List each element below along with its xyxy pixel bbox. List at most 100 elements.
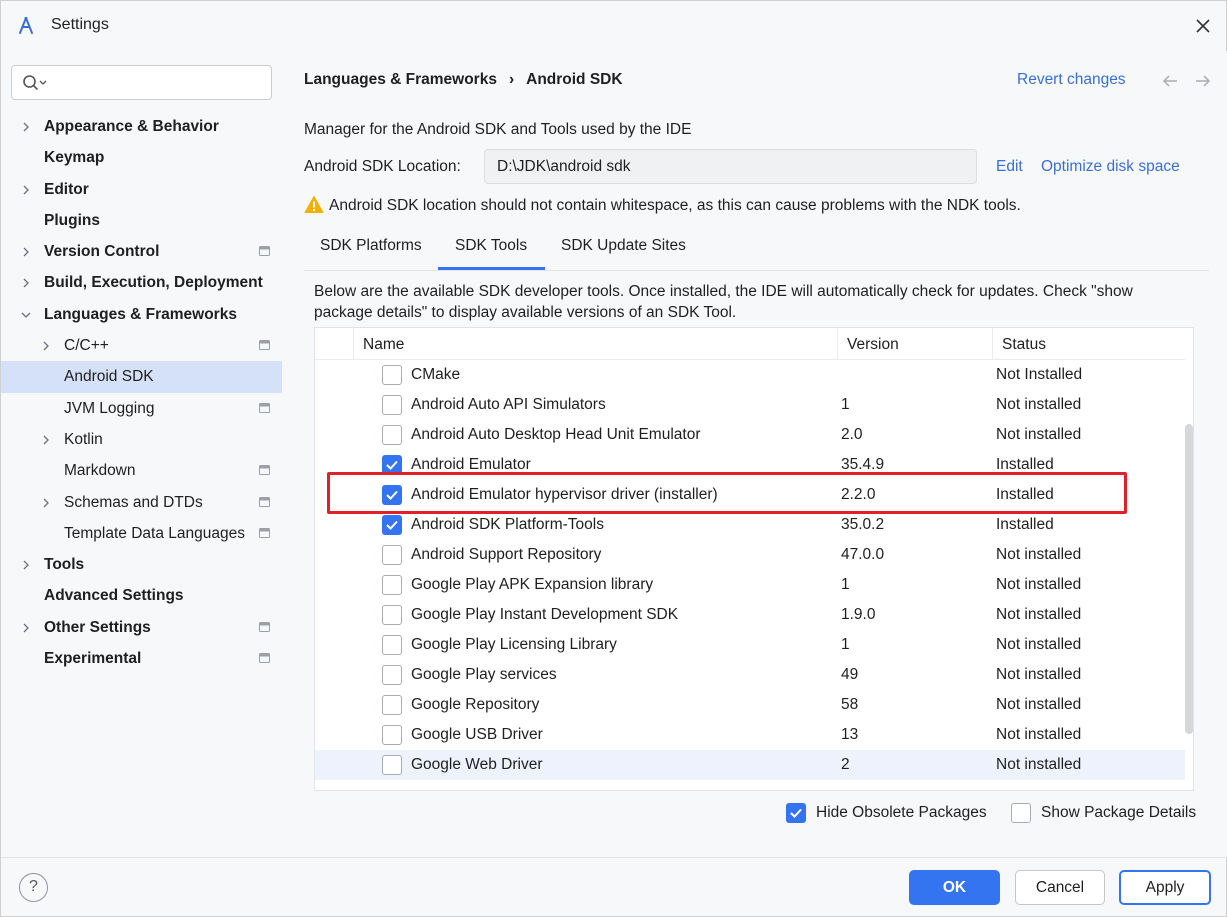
sdk-location-field[interactable]: D:\JDK\android sdk [484,149,977,184]
ok-button[interactable]: OK [909,870,1000,905]
tab-sdk-tools[interactable]: SDK Tools [455,237,527,255]
column-header-name[interactable]: Name [363,336,404,354]
sidebar-item-label: Plugins [44,211,100,229]
breadcrumb-parent[interactable]: Languages & Frameworks [304,71,497,88]
sidebar-item-plugins[interactable]: Plugins [1,205,282,236]
sidebar-item-advanced-settings[interactable]: Advanced Settings [1,580,282,611]
sidebar-item-label: Version Control [44,243,160,261]
sidebar-item-languages-frameworks[interactable]: Languages & Frameworks [1,299,282,330]
project-level-icon [259,621,270,632]
table-row[interactable]: Android Emulator hypervisor driver (inst… [315,480,1185,510]
chevron-right-icon[interactable] [21,184,31,196]
cell-status: Not installed [996,546,1082,563]
chevron-right-icon[interactable] [41,340,51,352]
hide-obsolete-checkbox[interactable] [786,803,806,823]
cancel-button[interactable]: Cancel [1015,870,1105,905]
cell-name: Google Repository [411,696,540,713]
row-checkbox[interactable] [382,455,402,475]
revert-changes-link[interactable]: Revert changes [1017,71,1126,89]
apply-button[interactable]: Apply [1119,870,1211,905]
sidebar-item-markdown[interactable]: Markdown [1,455,282,486]
sidebar-item-keymap[interactable]: Keymap [1,142,282,173]
chevron-right-icon[interactable] [21,277,31,289]
table-row[interactable]: CMake Not Installed [315,360,1185,390]
chevron-down-icon[interactable] [21,309,31,321]
chevron-right-icon[interactable] [21,622,31,634]
row-checkbox[interactable] [382,725,402,745]
checkmark-icon [386,490,398,500]
project-level-icon [259,340,270,351]
back-arrow-icon[interactable] [1161,73,1179,89]
tab-sdk-update-sites[interactable]: SDK Update Sites [561,237,686,255]
table-row[interactable]: Google Play services 49 Not installed [315,660,1185,690]
chevron-right-icon[interactable] [41,497,51,509]
table-row[interactable]: Android Auto Desktop Head Unit Emulator 2… [315,420,1185,450]
sidebar-item-c-c[interactable]: C/C++ [1,330,282,361]
show-details-checkbox[interactable] [1011,803,1031,823]
whitespace-warning: Android SDK location should not contain … [329,197,1021,214]
optimize-disk-space-link[interactable]: Optimize disk space [1041,158,1180,176]
sidebar-item-experimental[interactable]: Experimental [1,643,282,674]
edit-link[interactable]: Edit [996,158,1023,176]
sidebar-item-template-data-languages[interactable]: Template Data Languages [1,518,282,549]
row-checkbox[interactable] [382,635,402,655]
table-row[interactable]: Android Support Repository 47.0.0 Not inst… [315,540,1185,570]
table-row[interactable]: Google Play Instant Development SDK 1.9.0… [315,600,1185,630]
column-header-version[interactable]: Version [847,336,899,354]
chevron-right-icon[interactable] [41,434,51,446]
close-icon[interactable] [1190,13,1216,39]
table-scrollbar[interactable] [1185,424,1193,734]
table-row[interactable]: Google Web Driver 2 Not installed [315,750,1185,780]
column-header-status[interactable]: Status [1002,336,1046,354]
page-description: Manager for the Android SDK and Tools us… [304,121,692,138]
table-row[interactable]: Android Auto API Simulators 1 Not installe… [315,390,1185,420]
sidebar-item-label: Markdown [64,462,136,480]
row-checkbox[interactable] [382,395,402,415]
cell-version: 1 [841,576,850,593]
project-level-icon [259,496,270,507]
settings-window: Settings Appearance & Behavior Keymap Edit… [0,0,1227,917]
chevron-right-icon[interactable] [21,246,31,258]
sidebar-item-version-control[interactable]: Version Control [1,236,282,267]
sidebar-item-other-settings[interactable]: Other Settings [1,612,282,643]
table-row[interactable]: Google Repository 58 Not installed [315,690,1185,720]
cell-status: Installed [996,456,1054,473]
row-checkbox[interactable] [382,365,402,385]
row-checkbox[interactable] [382,545,402,565]
sidebar-item-kotlin[interactable]: Kotlin [1,424,282,455]
sidebar-item-schemas-and-dtds[interactable]: Schemas and DTDs [1,487,282,518]
table-row[interactable]: Android Emulator 35.4.9 Installed [315,450,1185,480]
row-checkbox[interactable] [382,485,402,505]
sidebar-item-tools[interactable]: Tools [1,549,282,580]
chevron-right-icon[interactable] [21,559,31,571]
row-checkbox[interactable] [382,695,402,715]
row-checkbox[interactable] [382,575,402,595]
cell-status: Not installed [996,756,1082,773]
table-row[interactable]: Google USB Driver 13 Not installed [315,720,1185,750]
sidebar-item-build-execution-deployment[interactable]: Build, Execution, Deployment [1,267,282,298]
cell-name: Android Emulator hypervisor driver (inst… [411,486,718,503]
row-checkbox[interactable] [382,755,402,775]
sidebar-item-jvm-logging[interactable]: JVM Logging [1,393,282,424]
project-level-icon [259,527,270,538]
table-row[interactable]: Google Play APK Expansion library 1 Not in… [315,570,1185,600]
row-checkbox[interactable] [382,605,402,625]
row-checkbox[interactable] [382,665,402,685]
row-checkbox[interactable] [382,515,402,535]
forward-arrow-icon[interactable] [1194,73,1212,89]
sidebar-item-label: Appearance & Behavior [44,118,219,135]
chevron-right-icon[interactable] [21,121,31,133]
row-checkbox[interactable] [382,425,402,445]
breadcrumb-current: Android SDK [526,71,623,88]
sidebar-item-editor[interactable]: Editor [1,174,282,205]
table-row[interactable]: Android SDK Platform-Tools 35.0.2 Installe… [315,510,1185,540]
sidebar-item-label: Languages & Frameworks [44,305,237,323]
search-input[interactable] [11,65,272,100]
help-button[interactable]: ? [19,873,48,902]
tab-sdk-platforms[interactable]: SDK Platforms [320,237,422,255]
table-row[interactable]: Google Play Licensing Library 1 Not instal… [315,630,1185,660]
hide-obsolete-label: Hide Obsolete Packages [816,804,987,821]
sidebar-item-appearance-behavior[interactable]: Appearance & Behavior [1,111,282,142]
sidebar-item-label: Keymap [44,149,105,167]
sidebar-item-android-sdk[interactable]: Android SDK [1,361,282,393]
